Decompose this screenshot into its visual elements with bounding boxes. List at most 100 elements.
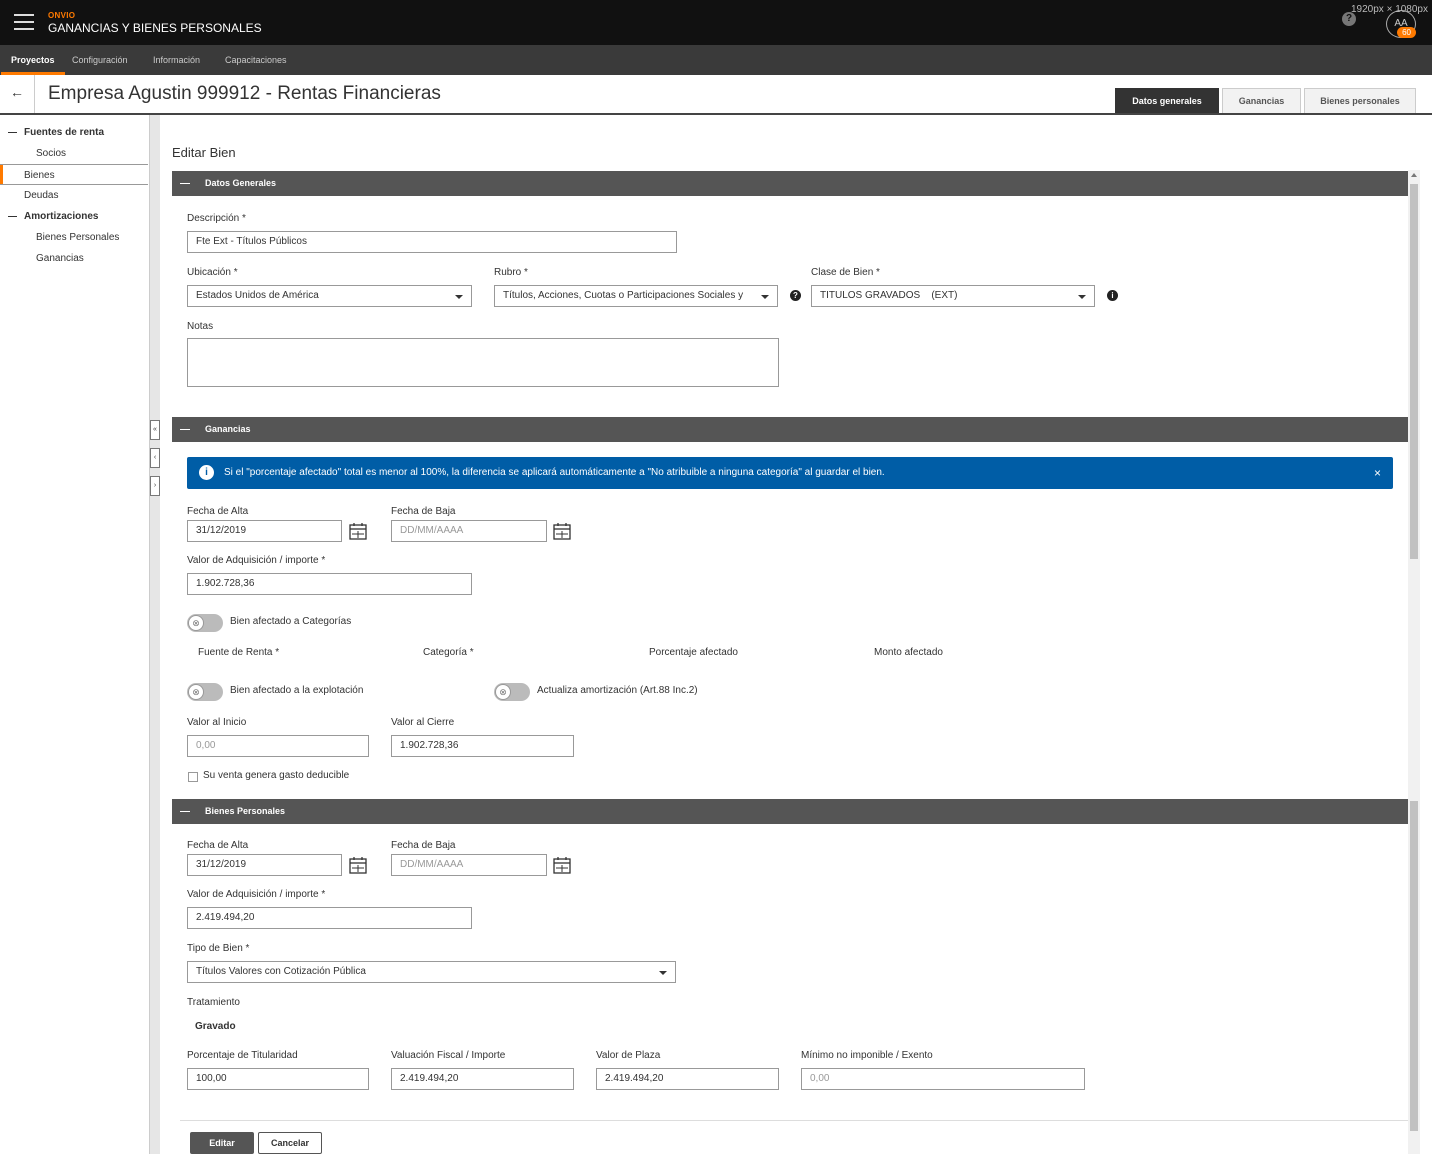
clase-label: Clase de Bien *: [811, 267, 880, 278]
info-icon: i: [199, 465, 214, 480]
notas-label: Notas: [187, 321, 214, 332]
collapse-all-icon[interactable]: «: [150, 420, 160, 440]
valor-cierre-input[interactable]: 1.902.728,36: [391, 735, 574, 757]
sidebar-item-bienes-personales[interactable]: Bienes Personales: [0, 227, 148, 248]
section-title: Datos Generales: [205, 178, 277, 188]
scroll-up-icon[interactable]: [1411, 173, 1417, 177]
tab-datos-generales[interactable]: Datos generales: [1115, 88, 1219, 113]
app-title: GANANCIAS Y BIENES PERSONALES: [48, 21, 262, 35]
chevron-right-icon[interactable]: ›: [150, 476, 160, 496]
calendar-icon[interactable]: [349, 857, 367, 874]
collapse-section-icon[interactable]: [172, 171, 197, 196]
sidebar-item-label: Deudas: [24, 190, 59, 201]
tab-bienes-personales[interactable]: Bienes personales: [1304, 88, 1416, 113]
sidebar-item-label: Bienes: [24, 170, 55, 181]
explotacion-toggle[interactable]: ⊗: [187, 683, 223, 701]
section-datos-generales[interactable]: Datos Generales: [172, 171, 1408, 196]
menu-icon[interactable]: [14, 14, 34, 30]
nav-proyectos[interactable]: Proyectos: [1, 45, 65, 75]
brand-logo: ONVIO: [48, 11, 76, 20]
ubicacion-label: Ubicación *: [187, 267, 238, 278]
valor-adquisicion-label: Valor de Adquisición / importe *: [187, 555, 326, 566]
bp-fecha-baja-input[interactable]: DD/MM/AAAA: [391, 854, 547, 876]
col-categoria: Categoría *: [423, 647, 474, 658]
scrollbar-inner[interactable]: [1408, 795, 1420, 1154]
amortizacion-toggle[interactable]: ⊗: [494, 683, 530, 701]
back-arrow-icon[interactable]: ←: [10, 84, 24, 100]
valor-inicio-input[interactable]: 0,00: [187, 735, 369, 757]
bp-fecha-alta-input[interactable]: 31/12/2019: [187, 854, 342, 876]
calendar-icon[interactable]: [349, 523, 367, 540]
section-ganancias[interactable]: Ganancias: [172, 417, 1408, 442]
col-monto-afectado: Monto afectado: [874, 647, 943, 658]
sidebar-item-socios[interactable]: Socios: [0, 143, 148, 164]
categorias-toggle-label: Bien afectado a Categorías: [230, 616, 352, 627]
tratamiento-label: Tratamiento: [187, 997, 240, 1008]
rubro-select[interactable]: Títulos, Acciones, Cuotas o Participacio…: [494, 285, 778, 307]
fecha-alta-input[interactable]: 31/12/2019: [187, 520, 342, 542]
title-bar: ← Empresa Agustin 999912 - Rentas Financ…: [0, 75, 1432, 115]
descripcion-label: Descripción *: [187, 213, 246, 224]
form-title: Editar Bien: [172, 145, 236, 160]
alert-text: Si el "porcentaje afectado" total es men…: [224, 467, 885, 478]
tab-ganancias[interactable]: Ganancias: [1222, 88, 1301, 113]
valor-adquisicion-input[interactable]: 1.902.728,36: [187, 573, 472, 595]
toggle-off-icon: ⊗: [495, 684, 511, 700]
calendar-icon[interactable]: [553, 523, 571, 540]
tratamiento-value: Gravado: [195, 1021, 236, 1032]
sidebar-item-deudas[interactable]: Deudas: [0, 185, 148, 206]
close-icon[interactable]: ×: [1374, 457, 1381, 489]
sidebar-item-label: Ganancias: [36, 253, 84, 264]
splitter[interactable]: [150, 115, 160, 1154]
valor-plaza-label: Valor de Plaza: [596, 1050, 661, 1061]
fecha-alta-label: Fecha de Alta: [187, 506, 249, 517]
sidebar-item-label: Amortizaciones: [24, 211, 99, 222]
explotacion-toggle-label: Bien afectado a la explotación: [230, 685, 364, 696]
bp-fecha-alta-label: Fecha de Alta: [187, 840, 249, 851]
help-icon[interactable]: ?: [790, 290, 801, 301]
sidebar-item-ganancias[interactable]: Ganancias: [0, 248, 148, 269]
collapse-section-icon[interactable]: [172, 799, 197, 824]
section-bienes-personales[interactable]: Bienes Personales: [172, 799, 1408, 824]
info-icon[interactable]: i: [1107, 290, 1118, 301]
scrollbar-thumb[interactable]: [1410, 801, 1418, 1131]
chevron-left-icon[interactable]: ‹: [150, 448, 160, 468]
fecha-baja-input[interactable]: DD/MM/AAAA: [391, 520, 547, 542]
bp-valor-adquisicion-label: Valor de Adquisición / importe *: [187, 889, 326, 900]
cancelar-button[interactable]: Cancelar: [258, 1132, 322, 1154]
page-title: Empresa Agustin 999912 - Rentas Financie…: [48, 83, 441, 104]
editar-button[interactable]: Editar: [190, 1132, 254, 1154]
nav-configuracion[interactable]: Configuración: [62, 45, 138, 75]
toggle-off-icon: ⊗: [188, 615, 204, 631]
bp-valor-adquisicion-input[interactable]: 2.419.494,20: [187, 907, 472, 929]
valor-inicio-label: Valor al Inicio: [187, 717, 247, 728]
scrollbar-thumb[interactable]: [1410, 184, 1418, 559]
minimo-no-imponible-input[interactable]: 0,00: [801, 1068, 1085, 1090]
valor-cierre-label: Valor al Cierre: [391, 717, 455, 728]
col-fuente-de-renta: Fuente de Renta *: [198, 647, 280, 658]
valuacion-fiscal-label: Valuación Fiscal / Importe: [391, 1050, 506, 1061]
nav-informacion[interactable]: Información: [143, 45, 210, 75]
clase-select[interactable]: TITULOS GRAVADOS (EXT): [811, 285, 1095, 307]
sidebar-item-amortizaciones[interactable]: Amortizaciones: [0, 206, 148, 227]
col-porcentaje-afectado: Porcentaje afectado: [649, 647, 738, 658]
nav-capacitaciones[interactable]: Capacitaciones: [215, 45, 297, 75]
collapse-section-icon[interactable]: [172, 417, 197, 442]
info-alert: i Si el "porcentaje afectado" total es m…: [187, 457, 1393, 489]
sidebar-item-bienes[interactable]: Bienes: [0, 164, 148, 185]
valuacion-fiscal-input[interactable]: 2.419.494,20: [391, 1068, 574, 1090]
categorias-toggle[interactable]: ⊗: [187, 614, 223, 632]
valor-plaza-input[interactable]: 2.419.494,20: [596, 1068, 779, 1090]
minimo-no-imponible-label: Mínimo no imponible / Exento: [801, 1050, 933, 1061]
gasto-deducible-checkbox[interactable]: [188, 772, 198, 782]
calendar-icon[interactable]: [553, 857, 571, 874]
tipo-bien-select[interactable]: Títulos Valores con Cotización Pública: [187, 961, 676, 983]
notas-textarea[interactable]: [187, 338, 779, 387]
descripcion-input[interactable]: Fte Ext - Títulos Públicos: [187, 231, 677, 253]
fecha-baja-label: Fecha de Baja: [391, 506, 456, 517]
section-title: Ganancias: [205, 424, 251, 434]
ubicacion-select[interactable]: Estados Unidos de América: [187, 285, 472, 307]
porcentaje-titularidad-input[interactable]: 100,00: [187, 1068, 369, 1090]
sidebar-item-fuentes-de-renta[interactable]: Fuentes de renta: [0, 122, 148, 143]
main-nav: Proyectos Configuración Información Capa…: [0, 45, 1432, 75]
